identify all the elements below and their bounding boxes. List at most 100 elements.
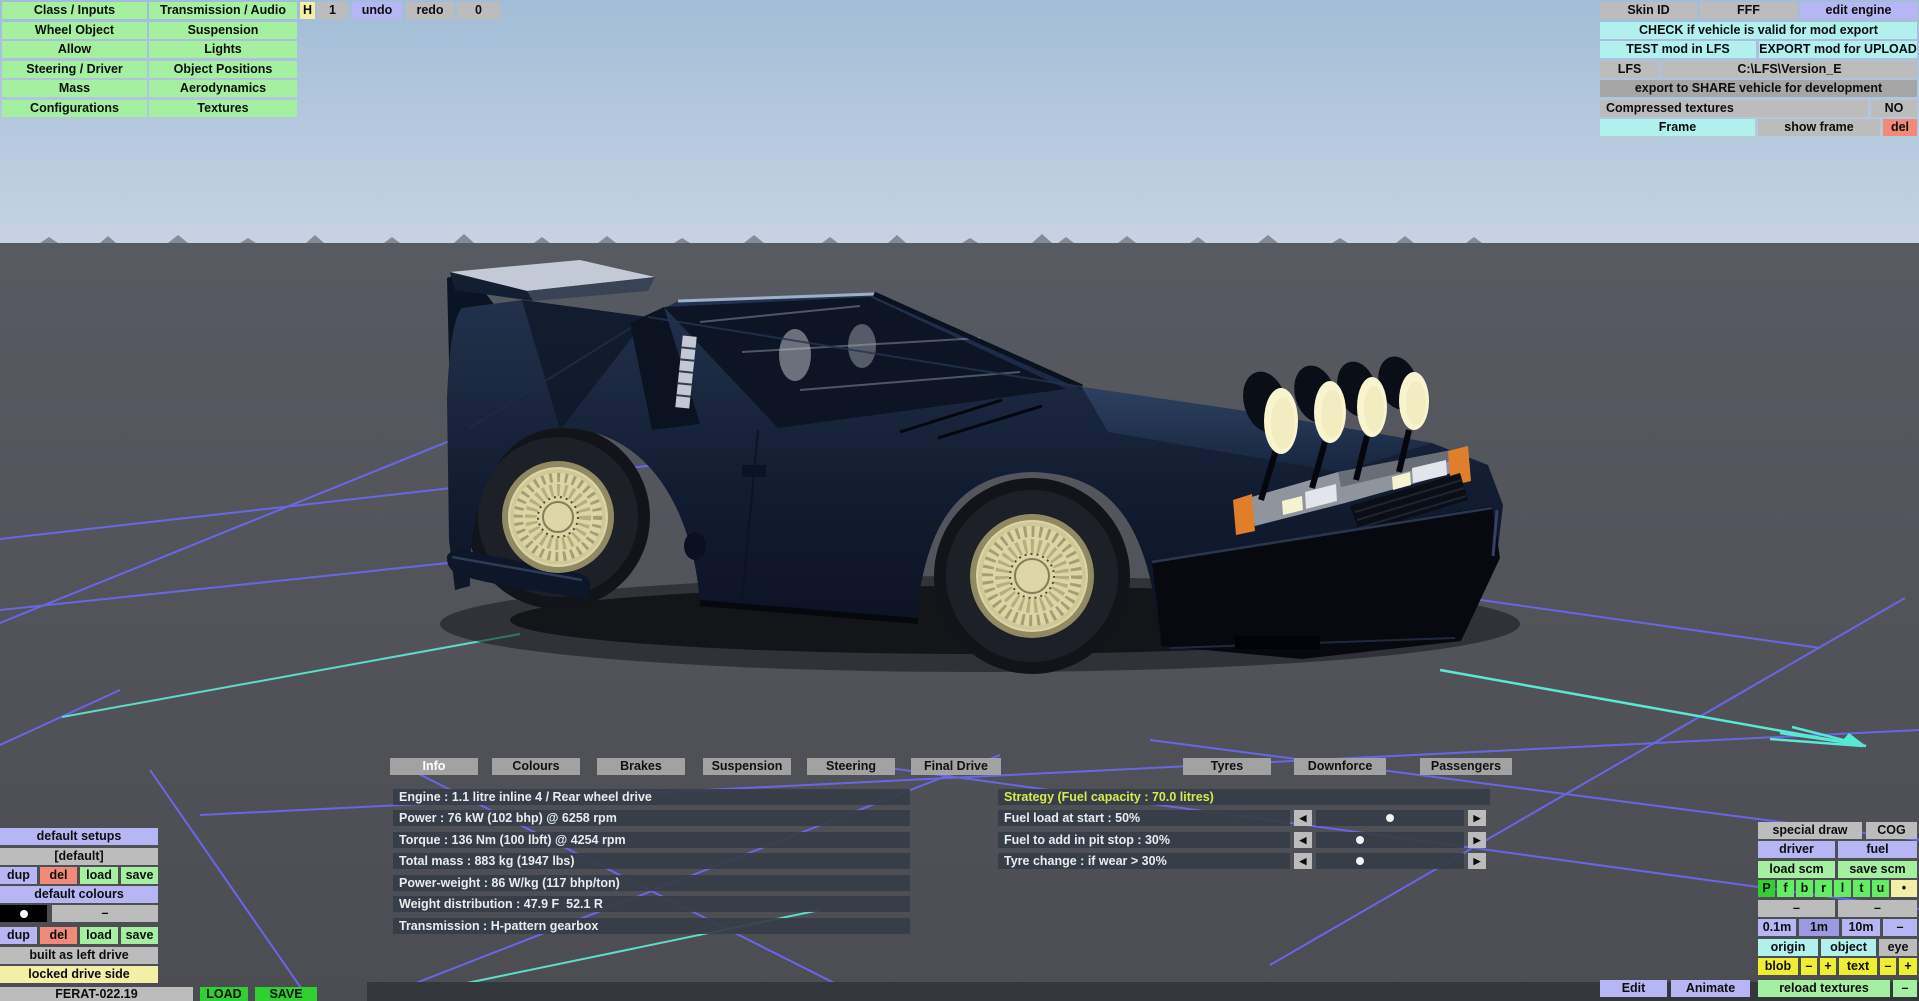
pit-fuel-decrease-button[interactable]: ◀ [1294,832,1312,848]
text-minus-button[interactable]: – [1880,958,1896,975]
wheel-key-b[interactable]: b [1796,880,1813,897]
special-draw-button[interactable]: special draw [1758,822,1862,839]
current-setup-button[interactable]: [default] [0,848,158,865]
menu-allow[interactable]: Allow [2,41,147,58]
fuel-load-slider[interactable] [1316,810,1464,826]
dash-b-button[interactable]: – [1838,900,1917,917]
viewport-3d[interactable] [0,0,1919,1001]
colour-swatch[interactable] [0,905,47,922]
setup-save-button[interactable]: save [121,867,158,884]
wheel-key-P[interactable]: P [1758,880,1775,897]
default-setups-button[interactable]: default setups [0,828,158,845]
menu-textures[interactable]: Textures [149,100,297,117]
wheel-key-r[interactable]: r [1815,880,1832,897]
pit-fuel-slider-dot[interactable] [1356,836,1365,844]
save-vehicle-button[interactable]: SAVE [255,987,317,1001]
colour-del-button[interactable]: del [40,927,77,944]
menu-wheel-object[interactable]: Wheel Object [2,22,147,39]
wheel-dot-button[interactable]: • [1891,880,1917,897]
load-vehicle-button[interactable]: LOAD [200,987,248,1001]
menu-configurations[interactable]: Configurations [2,100,147,117]
tab-downforce[interactable]: Downforce [1294,758,1386,775]
skin-id-button[interactable]: Skin ID [1600,2,1697,19]
frame-button[interactable]: Frame [1600,119,1755,136]
history-count[interactable]: 1 [317,2,348,19]
wheel-key-t[interactable]: t [1853,880,1870,897]
menu-aerodynamics[interactable]: Aerodynamics [149,80,297,97]
skin-id-value[interactable]: FFF [1700,2,1797,19]
menu-transmission-audio[interactable]: Transmission / Audio [149,2,297,19]
setup-dup-button[interactable]: dup [0,867,37,884]
blob-plus-button[interactable]: + [1820,958,1836,975]
tab-final-drive[interactable]: Final Drive [911,758,1001,775]
colour-name-button[interactable]: – [52,905,158,922]
fuel-load-increase-button[interactable]: ▶ [1468,810,1486,826]
tab-passengers[interactable]: Passengers [1420,758,1512,775]
menu-lights[interactable]: Lights [149,41,297,58]
wheel-key-u[interactable]: u [1872,880,1889,897]
tab-steering[interactable]: Steering [807,758,895,775]
text-plus-button[interactable]: + [1899,958,1917,975]
tab-colours[interactable]: Colours [492,758,580,775]
eye-button[interactable]: eye [1879,939,1917,956]
undo-button[interactable]: undo [352,2,402,19]
fuel-load-slider-dot[interactable] [1386,814,1394,822]
setup-load-button[interactable]: load [80,867,118,884]
scale-10m-button[interactable]: 10m [1842,919,1880,936]
scale-1m-button[interactable]: 1m [1799,919,1839,936]
reload-textures-button[interactable]: reload textures [1758,980,1890,997]
colour-load-button[interactable]: load [80,927,118,944]
redo-button[interactable]: redo [406,2,454,19]
scale-0-1m-button[interactable]: 0.1m [1758,919,1796,936]
redo-count[interactable]: 0 [457,2,500,19]
test-mod-button[interactable]: TEST mod in LFS [1600,41,1756,58]
tab-info[interactable]: Info [390,758,478,775]
lfs-path-value[interactable]: C:\LFS\Version_E [1662,61,1917,78]
edit-engine-button[interactable]: edit engine [1800,2,1917,19]
colour-dup-button[interactable]: dup [0,927,37,944]
built-as-left-drive-button[interactable]: built as left drive [0,947,158,964]
origin-button[interactable]: origin [1758,939,1818,956]
load-scm-button[interactable]: load scm [1758,861,1835,878]
text-button[interactable]: text [1839,958,1877,975]
check-valid-button[interactable]: CHECK if vehicle is valid for mod export [1600,22,1917,39]
tyre-change-slider-dot[interactable] [1356,857,1365,865]
menu-object-positions[interactable]: Object Positions [149,61,297,78]
compressed-textures-toggle[interactable]: NO [1871,100,1917,117]
object-button[interactable]: object [1821,939,1876,956]
frame-del-button[interactable]: del [1883,119,1917,136]
show-frame-button[interactable]: show frame [1758,119,1880,136]
reload-dash-button[interactable]: – [1893,980,1917,997]
edit-mode-button[interactable]: Edit [1600,980,1667,997]
share-vehicle-button[interactable]: export to SHARE vehicle for development [1600,80,1917,97]
blob-minus-button[interactable]: – [1801,958,1817,975]
colour-save-button[interactable]: save [121,927,158,944]
blob-button[interactable]: blob [1758,958,1798,975]
wheel-key-f[interactable]: f [1777,880,1794,897]
dash-a-button[interactable]: – [1758,900,1835,917]
menu-mass[interactable]: Mass [2,80,147,97]
fuel-load-decrease-button[interactable]: ◀ [1294,810,1312,826]
tab-tyres[interactable]: Tyres [1183,758,1271,775]
wheel-key-l[interactable]: l [1834,880,1851,897]
menu-steering-driver[interactable]: Steering / Driver [2,61,147,78]
menu-suspension[interactable]: Suspension [149,22,297,39]
menu-class-inputs[interactable]: Class / Inputs [2,2,147,19]
save-scm-button[interactable]: save scm [1838,861,1917,878]
pit-fuel-slider[interactable] [1316,832,1464,848]
animate-mode-button[interactable]: Animate [1671,980,1750,997]
handle-toggle[interactable]: H [300,2,315,19]
export-mod-button[interactable]: EXPORT mod for UPLOAD [1759,41,1917,58]
driver-button[interactable]: driver [1758,841,1835,858]
compressed-textures-label[interactable]: Compressed textures [1600,100,1868,117]
cog-button[interactable]: COG [1866,822,1917,839]
tab-suspension[interactable]: Suspension [703,758,791,775]
setup-del-button[interactable]: del [40,867,77,884]
locked-drive-side-button[interactable]: locked drive side [0,966,158,983]
tyre-change-slider[interactable] [1316,853,1464,869]
pit-fuel-increase-button[interactable]: ▶ [1468,832,1486,848]
lfs-button[interactable]: LFS [1600,61,1659,78]
scale-dash-button[interactable]: – [1883,919,1917,936]
vehicle-file-name[interactable]: FERAT-022.19 [0,987,193,1001]
default-colours-button[interactable]: default colours [0,886,158,903]
